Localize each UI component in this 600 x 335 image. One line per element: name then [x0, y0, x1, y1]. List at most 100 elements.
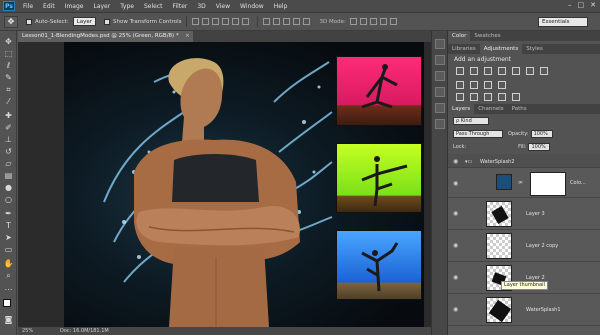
close-button[interactable]: ✕: [590, 1, 596, 9]
menu-view[interactable]: View: [216, 3, 230, 10]
distribute-bottom-icon[interactable]: [283, 18, 291, 25]
menu-layer[interactable]: Layer: [93, 3, 110, 10]
photo-filter-icon[interactable]: [470, 81, 478, 89]
tab-layers[interactable]: Layers: [448, 104, 475, 114]
distribute-right-icon[interactable]: [303, 18, 311, 25]
eye-icon[interactable]: ◉: [453, 210, 458, 217]
fill-color-thumbnail[interactable]: [496, 174, 512, 190]
move-tool-icon[interactable]: ✥: [3, 37, 14, 46]
properties-panel-icon[interactable]: [435, 55, 445, 65]
gradient-tool-icon[interactable]: ▤: [3, 171, 14, 180]
gradient-map-icon[interactable]: [498, 93, 506, 101]
tab-adjustments[interactable]: Adjustments: [479, 44, 523, 54]
align-top-icon[interactable]: [192, 18, 200, 25]
menu-filter[interactable]: Filter: [173, 3, 188, 10]
dodge-tool-icon[interactable]: ○: [3, 195, 14, 204]
quick-select-tool-icon[interactable]: ✎: [3, 73, 14, 82]
marquee-tool-icon[interactable]: ⬚: [3, 49, 14, 58]
zoom-tool-icon[interactable]: ⌕: [3, 271, 14, 280]
eye-icon[interactable]: ◉: [453, 242, 458, 249]
menu-select[interactable]: Select: [144, 3, 163, 10]
vibrance-icon[interactable]: [512, 67, 520, 75]
tab-channels[interactable]: Channels: [474, 104, 507, 114]
eye-icon[interactable]: ◉: [453, 306, 458, 313]
align-hcenter-icon[interactable]: [232, 18, 240, 25]
tab-color[interactable]: Color: [448, 31, 471, 41]
clone-stamp-tool-icon[interactable]: ⊥: [3, 135, 14, 144]
invert-icon[interactable]: [456, 93, 464, 101]
3d-slide-icon[interactable]: [379, 18, 387, 25]
layer-row-group[interactable]: ◉ ▾▭ WaterSplash2: [448, 154, 600, 168]
brightness-contrast-icon[interactable]: [456, 67, 464, 75]
tab-libraries[interactable]: Libraries: [448, 44, 480, 54]
opacity-field[interactable]: 100%: [530, 130, 553, 138]
minimize-button[interactable]: –: [568, 1, 572, 9]
history-panel-icon[interactable]: [435, 39, 445, 49]
menu-type[interactable]: Type: [120, 3, 134, 10]
menu-3d[interactable]: 3D: [197, 3, 205, 10]
layer-mask-thumbnail[interactable]: [530, 172, 566, 196]
selective-color-icon[interactable]: [512, 93, 520, 101]
layer-thumbnail[interactable]: [486, 297, 512, 323]
curves-icon[interactable]: [484, 67, 492, 75]
menu-edit[interactable]: Edit: [43, 3, 55, 10]
character-panel-icon[interactable]: [435, 103, 445, 113]
healing-tool-icon[interactable]: ✚: [3, 111, 14, 120]
distribute-left-icon[interactable]: [293, 18, 301, 25]
align-vcenter-icon[interactable]: [202, 18, 210, 25]
layer-thumbnail[interactable]: [486, 233, 512, 259]
align-left-icon[interactable]: [222, 18, 230, 25]
transform-controls-checkbox[interactable]: [104, 18, 111, 25]
posterize-icon[interactable]: [470, 93, 478, 101]
distribute-top-icon[interactable]: [263, 18, 271, 25]
eye-icon[interactable]: ◉: [453, 274, 458, 281]
tab-styles[interactable]: Styles: [522, 44, 547, 54]
close-tab-icon[interactable]: ×: [185, 31, 190, 42]
layer-row[interactable]: ◉ WaterSplash1: [448, 294, 600, 326]
exposure-icon[interactable]: [498, 67, 506, 75]
eyedropper-tool-icon[interactable]: ⁄: [3, 97, 14, 106]
hue-saturation-icon[interactable]: [526, 67, 534, 75]
move-tool-icon[interactable]: ✥: [4, 15, 18, 28]
paragraph-panel-icon[interactable]: [435, 87, 445, 97]
color-balance-icon[interactable]: [540, 67, 548, 75]
3d-pan-icon[interactable]: [369, 18, 377, 25]
align-bottom-icon[interactable]: [212, 18, 220, 25]
3d-rotate-icon[interactable]: [349, 18, 357, 25]
zoom-level[interactable]: 25%: [22, 327, 33, 335]
canvas-area[interactable]: [18, 42, 431, 327]
menu-image[interactable]: Image: [65, 3, 84, 10]
brush-panel-icon[interactable]: [435, 119, 445, 129]
blur-tool-icon[interactable]: ●: [3, 183, 14, 192]
workspace-dropdown[interactable]: Essentials: [538, 17, 588, 27]
3d-scale-icon[interactable]: [389, 18, 397, 25]
layer-row[interactable]: ◉ Layer 3: [448, 198, 600, 230]
distribute-center-icon[interactable]: [273, 18, 281, 25]
quick-mask-icon[interactable]: ◙: [3, 315, 14, 324]
lasso-tool-icon[interactable]: ℓ: [3, 61, 14, 70]
pen-tool-icon[interactable]: ✒: [3, 209, 14, 218]
color-lookup-icon[interactable]: [498, 81, 506, 89]
menu-file[interactable]: File: [23, 3, 33, 10]
layer-row-fill[interactable]: ◉ ∞ Colo...: [448, 168, 600, 198]
eye-icon[interactable]: ◉: [453, 158, 458, 165]
3d-roll-icon[interactable]: [359, 18, 367, 25]
layer-row[interactable]: ◉ Layer 2 copy: [448, 230, 600, 262]
maximize-button[interactable]: □: [578, 1, 585, 9]
type-tool-icon[interactable]: T: [3, 221, 14, 230]
levels-icon[interactable]: [470, 67, 478, 75]
brush-tool-icon[interactable]: ✐: [3, 123, 14, 132]
eye-icon[interactable]: ◉: [453, 180, 458, 187]
menu-window[interactable]: Window: [240, 3, 264, 10]
foreground-color-swatch[interactable]: [3, 299, 11, 307]
channel-mixer-icon[interactable]: [484, 81, 492, 89]
more-tools-icon[interactable]: …: [3, 283, 14, 292]
tab-swatches[interactable]: Swatches: [470, 31, 504, 41]
fill-field[interactable]: 100%: [528, 143, 551, 151]
hand-tool-icon[interactable]: ✋: [3, 259, 14, 268]
auto-select-checkbox[interactable]: [26, 18, 32, 25]
document-tab[interactable]: Lesson01_1-BlendingModes.psd @ 25% (Gree…: [18, 31, 193, 42]
layer-thumbnail[interactable]: [486, 201, 512, 227]
path-select-tool-icon[interactable]: ➤: [3, 233, 14, 242]
tab-paths[interactable]: Paths: [508, 104, 531, 114]
